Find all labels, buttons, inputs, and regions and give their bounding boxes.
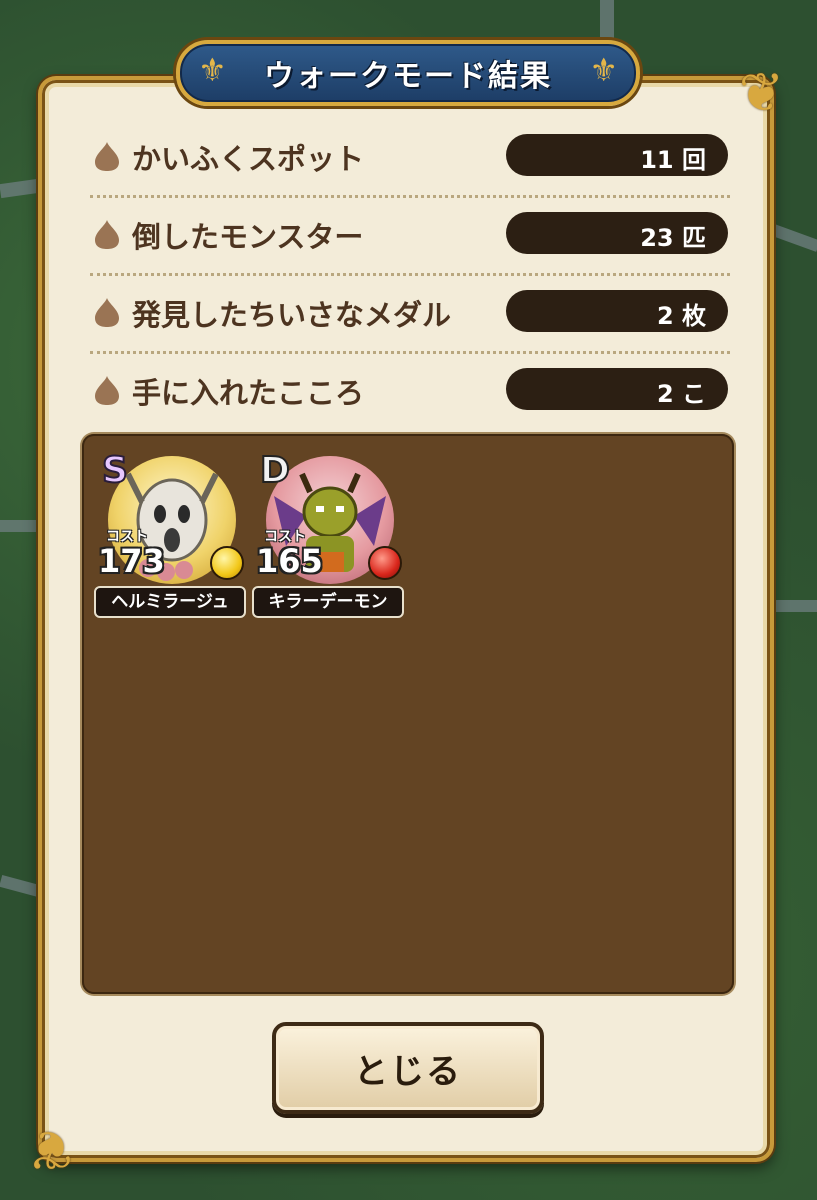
rank-s-icon: S — [101, 449, 129, 492]
stat-value: 11 回 — [506, 134, 728, 176]
heart-name: キラーデーモン — [252, 586, 404, 618]
chestnut-drop-icon — [95, 220, 119, 249]
cost-value: 165 — [256, 542, 323, 580]
yellow-gem-icon — [210, 546, 244, 580]
stat-row-monsters-defeated: 倒したモンスター 23 匹 — [92, 212, 728, 256]
stat-label: 倒したモンスター — [132, 220, 364, 254]
stat-row-hearts-obtained: 手に入れたこころ 2 こ — [92, 368, 728, 412]
fleur-de-lis-icon: ⚜ — [589, 51, 618, 89]
heart-card-hellmirage[interactable]: S コスト 173 ヘルミラージュ — [94, 449, 246, 622]
stat-value: 2 こ — [506, 368, 728, 410]
stat-label: かいふくスポット — [132, 142, 365, 176]
stat-row-healing-spot: かいふくスポット 11 回 — [92, 134, 728, 178]
fleur-de-lis-icon: ⚜ — [198, 51, 227, 89]
gold-corner-ornament-icon: ❦ — [28, 1118, 74, 1181]
red-gem-icon — [368, 546, 402, 580]
close-button[interactable]: とじる — [272, 1022, 544, 1114]
stat-value: 2 枚 — [506, 290, 728, 332]
rank-d-icon: D — [259, 449, 291, 492]
chestnut-drop-icon — [95, 142, 119, 171]
stat-value: 23 匹 — [506, 212, 728, 254]
chestnut-drop-icon — [95, 376, 119, 405]
map-road — [0, 875, 41, 897]
gold-corner-ornament-icon: ❦ — [738, 61, 784, 124]
chestnut-drop-icon — [95, 298, 119, 327]
map-road — [600, 0, 614, 40]
heart-card-killer-demon[interactable]: D コスト 165 キラーデーモン — [252, 449, 404, 622]
stat-label: 発見したちいさなメダル — [132, 298, 452, 332]
stat-label: 手に入れたこころ — [132, 376, 365, 410]
map-road — [770, 600, 817, 612]
heart-name: ヘルミラージュ — [94, 586, 246, 618]
stat-row-small-medals: 発見したちいさなメダル 2 枚 — [92, 290, 728, 334]
cost-value: 173 — [98, 542, 165, 580]
close-button-label: とじる — [354, 1051, 462, 1092]
dotted-divider — [90, 351, 730, 354]
dotted-divider — [90, 195, 730, 198]
obtained-hearts-area: S コスト 173 ヘルミラージュ D コスト 165 キラーデーモン — [82, 434, 734, 994]
page-title: ウォークモード結果 — [264, 59, 552, 94]
title-banner: ⚜ ウォークモード結果 ⚜ — [176, 40, 640, 106]
dotted-divider — [90, 273, 730, 276]
